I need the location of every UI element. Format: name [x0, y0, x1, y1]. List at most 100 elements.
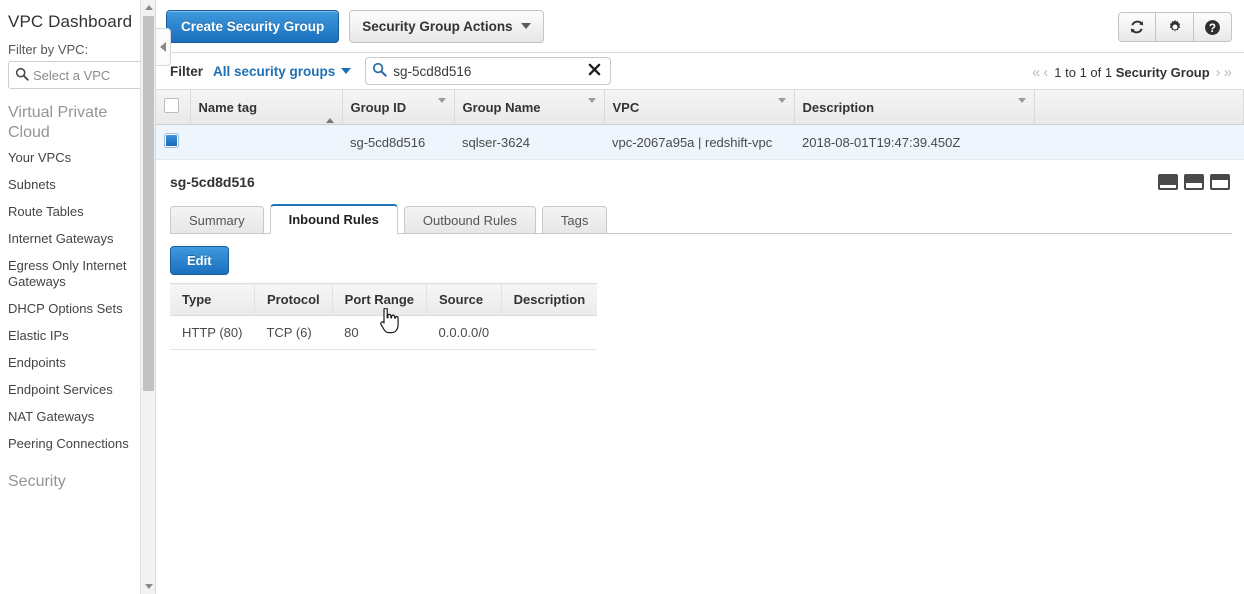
column-header-spacer: [1034, 90, 1244, 125]
sidebar-scrollbar-thumb[interactable]: [143, 16, 154, 391]
column-header-vpc[interactable]: VPC: [604, 90, 795, 125]
page-title: VPC Dashboard: [8, 12, 133, 31]
table-header-row: Name tag Group ID Group Name VPC Descrip…: [156, 90, 1244, 125]
pagination: « ‹ 1 to 1 of 1 Security Group › »: [1032, 53, 1232, 91]
refresh-icon[interactable]: [1118, 12, 1156, 42]
sidebar-item-nat-gateways[interactable]: NAT Gateways: [0, 404, 155, 431]
chevron-down-icon: [341, 68, 352, 74]
sidebar-item-your-vpcs[interactable]: Your VPCs: [0, 145, 155, 172]
rules-column-type[interactable]: Type: [170, 283, 255, 316]
sidebar-group-security: Security: [8, 472, 66, 490]
security-group-actions-button[interactable]: Security Group Actions: [349, 9, 544, 43]
scroll-down-arrow-icon[interactable]: [141, 579, 155, 594]
toolbar-icon-group: ?: [1118, 12, 1232, 42]
gear-icon[interactable]: [1156, 12, 1194, 42]
filter-bar: Filter All security groups sg-5cd8d516 «…: [156, 52, 1244, 90]
sidebar-item-egress-only-internet-gateways[interactable]: Egress Only Internet Gateways: [0, 253, 155, 297]
column-header-description[interactable]: Description: [794, 90, 1035, 125]
help-icon[interactable]: ?: [1194, 12, 1232, 42]
toolbar: Create Security Group Security Group Act…: [156, 0, 1244, 52]
pagination-unit-text: Security Group: [1115, 64, 1210, 80]
vpc-select-input[interactable]: Select a VPC: [8, 61, 147, 89]
cell-group-name: sqlser-3624: [454, 124, 604, 160]
filter-label: Filter: [170, 63, 204, 79]
rules-column-description[interactable]: Description: [501, 283, 598, 316]
column-label: VPC: [612, 99, 640, 115]
rule-cell-protocol: TCP (6): [254, 315, 333, 350]
sidebar-group-vpc: Virtual Private Cloud: [8, 104, 108, 141]
column-label: Group ID: [350, 99, 407, 115]
sidebar-item-subnets[interactable]: Subnets: [0, 172, 155, 199]
search-box[interactable]: sg-5cd8d516: [365, 57, 612, 85]
row-checkbox-cell: [156, 124, 190, 160]
cell-group-id: sg-5cd8d516: [342, 124, 454, 160]
select-all-checkbox[interactable]: [164, 98, 179, 113]
sidebar-item-endpoint-services[interactable]: Endpoint Services: [0, 377, 155, 404]
chevron-down-icon: [437, 98, 446, 118]
panel-layout-toggles: [1158, 174, 1230, 190]
sidebar-item-internet-gateways[interactable]: Internet Gateways: [0, 226, 155, 253]
column-label: Group Name: [462, 99, 541, 115]
pagination-last-button[interactable]: »: [1224, 65, 1232, 80]
inbound-rules-panel: Edit Type Protocol Port Range Source Des…: [170, 234, 1232, 350]
create-security-group-button[interactable]: Create Security Group: [166, 9, 340, 43]
sidebar-collapse-button[interactable]: [156, 28, 171, 66]
chevron-down-icon: [777, 98, 786, 118]
chevron-down-icon: [1017, 98, 1026, 118]
sidebar-item-route-tables[interactable]: Route Tables: [0, 199, 155, 226]
pagination-range: 1 to 1 of 1 Security Group: [1051, 65, 1212, 80]
rules-header-row: Type Protocol Port Range Source Descript…: [170, 283, 598, 316]
sidebar: VPC Dashboard Filter by VPC: Select a VP…: [0, 0, 156, 594]
vpc-select-placeholder: Select a VPC: [33, 67, 111, 83]
pagination-first-button[interactable]: «: [1032, 65, 1040, 80]
sort-asc-icon: [325, 103, 334, 123]
vpc-console-page: VPC Dashboard Filter by VPC: Select a VP…: [0, 0, 1244, 594]
sidebar-item-elastic-ips[interactable]: Elastic IPs: [0, 323, 155, 350]
column-header-name-tag[interactable]: Name tag: [190, 90, 343, 125]
rules-row: HTTP (80) TCP (6) 80 0.0.0.0/0: [170, 315, 598, 350]
pagination-prev-button[interactable]: ‹: [1043, 65, 1048, 80]
select-all-header: [156, 90, 191, 125]
close-icon[interactable]: [585, 62, 604, 80]
tab-summary[interactable]: Summary: [170, 206, 264, 234]
cell-description: 2018-08-01T19:47:39.450Z: [794, 124, 1034, 160]
chevron-down-icon: [520, 23, 531, 29]
panel-layout-full-icon[interactable]: [1210, 174, 1230, 190]
edit-button[interactable]: Edit: [170, 246, 229, 275]
sidebar-item-dhcp-options-sets[interactable]: DHCP Options Sets: [0, 296, 155, 323]
rules-column-port-range[interactable]: Port Range: [332, 283, 428, 316]
column-label: Description: [802, 99, 875, 115]
inbound-rules-table: Type Protocol Port Range Source Descript…: [170, 283, 598, 350]
rules-column-protocol[interactable]: Protocol: [254, 283, 333, 316]
cell-spacer: [1034, 124, 1244, 160]
column-label: Name tag: [198, 99, 258, 115]
svg-text:?: ?: [1209, 21, 1216, 34]
column-header-group-name[interactable]: Group Name: [454, 90, 605, 125]
search-input-value[interactable]: sg-5cd8d516: [393, 64, 585, 79]
search-icon: [372, 62, 387, 80]
sidebar-item-endpoints[interactable]: Endpoints: [0, 350, 155, 377]
panel-layout-bottom-icon[interactable]: [1158, 174, 1178, 190]
tab-inbound-rules[interactable]: Inbound Rules: [269, 204, 398, 234]
sidebar-scrollbar[interactable]: [140, 0, 155, 594]
column-header-group-id[interactable]: Group ID: [342, 90, 455, 125]
row-checkbox[interactable]: [164, 133, 179, 148]
rule-cell-port-range: 80: [332, 315, 427, 350]
rule-cell-description: [501, 315, 598, 350]
main-content: Create Security Group Security Group Act…: [156, 0, 1244, 594]
tab-tags[interactable]: Tags: [541, 206, 608, 234]
filter-scope-dropdown[interactable]: All security groups: [213, 64, 352, 79]
panel-layout-split-icon[interactable]: [1184, 174, 1204, 190]
security-groups-table: Name tag Group ID Group Name VPC Descrip…: [156, 90, 1244, 160]
pagination-next-button[interactable]: ›: [1216, 65, 1221, 80]
tab-outbound-rules[interactable]: Outbound Rules: [403, 206, 536, 234]
scroll-up-arrow-icon[interactable]: [141, 0, 155, 15]
sidebar-item-peering-connections[interactable]: Peering Connections: [0, 431, 155, 458]
search-icon: [15, 67, 29, 84]
chevron-left-icon: [160, 42, 166, 52]
pagination-range-text: 1 to 1 of 1: [1054, 64, 1113, 80]
filter-by-vpc-label: Filter by VPC:: [8, 42, 89, 57]
cell-vpc: vpc-2067a95a | redshift-vpc: [604, 124, 794, 160]
table-row[interactable]: sg-5cd8d516 sqlser-3624 vpc-2067a95a | r…: [156, 124, 1244, 160]
rules-column-source[interactable]: Source: [426, 283, 502, 316]
